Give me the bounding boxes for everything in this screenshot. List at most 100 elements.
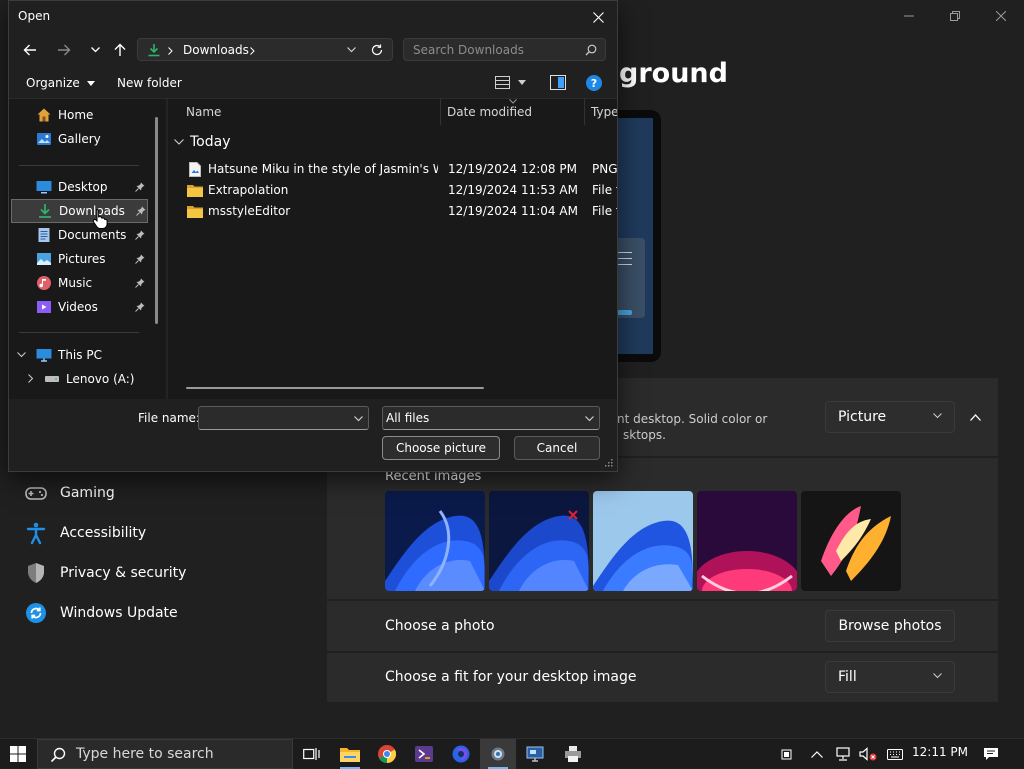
column-name[interactable]: Name xyxy=(186,105,221,119)
tree-item-desktop[interactable]: Desktop xyxy=(11,175,148,199)
browse-photos-button[interactable]: Browse photos xyxy=(825,610,955,642)
horizontal-scrollbar[interactable] xyxy=(186,387,484,389)
keyboard-button[interactable] xyxy=(882,739,908,769)
recent-locations-button[interactable] xyxy=(87,42,103,58)
column-date-modified[interactable]: Date modified xyxy=(447,105,532,119)
nav-item-accessibility[interactable]: Accessibility xyxy=(0,513,320,553)
file-list: Name Date modified Type Today Hatsune Mi… xyxy=(168,99,617,399)
chrome-button[interactable] xyxy=(369,739,405,769)
dialog-title: Open xyxy=(18,9,51,23)
file-row[interactable]: Extrapolation 12/19/2024 11:53 AM File fo xyxy=(168,180,617,201)
choose-picture-button[interactable]: Choose picture xyxy=(382,436,500,460)
restore-button[interactable] xyxy=(932,0,978,32)
back-button[interactable] xyxy=(21,42,39,58)
tree-item-home[interactable]: Home xyxy=(11,103,148,127)
tree-item-this-pc[interactable]: This PC xyxy=(11,343,148,367)
close-icon xyxy=(592,11,604,23)
file-type-select[interactable]: All files xyxy=(382,406,600,430)
tree-item-downloads[interactable]: Downloads xyxy=(11,199,148,223)
show-hidden-icons-button[interactable] xyxy=(804,739,830,769)
tree-item-videos[interactable]: Videos xyxy=(11,295,148,319)
tree-divider xyxy=(19,165,139,166)
view-options-button[interactable] xyxy=(495,76,526,89)
chevron-down-icon xyxy=(933,673,942,679)
recent-image-3[interactable] xyxy=(593,491,693,591)
recent-image-2[interactable] xyxy=(489,491,589,591)
tree-item-music[interactable]: Music xyxy=(11,271,148,295)
page-title: ground xyxy=(619,58,728,89)
update-icon xyxy=(26,603,46,623)
preview-pane-button[interactable] xyxy=(550,75,566,90)
breadcrumb-downloads[interactable]: Downloads xyxy=(183,43,249,57)
pin-icon xyxy=(135,302,145,312)
music-icon xyxy=(37,276,51,290)
cancel-button[interactable]: Cancel xyxy=(514,436,600,460)
settings-button[interactable] xyxy=(480,739,516,769)
refresh-button[interactable] xyxy=(370,43,384,57)
fit-dropdown[interactable]: Fill xyxy=(825,661,955,693)
search-icon xyxy=(585,44,597,56)
address-history-button[interactable] xyxy=(344,44,358,56)
file-explorer-button[interactable] xyxy=(332,739,368,769)
this-pc-icon xyxy=(36,349,52,362)
help-icon: ? xyxy=(590,76,598,90)
remote-desktop-button[interactable] xyxy=(517,739,553,769)
nav-label: Accessibility xyxy=(60,525,147,541)
task-view-icon xyxy=(303,748,320,760)
background-type-dropdown[interactable]: Picture xyxy=(825,401,955,433)
up-button[interactable] xyxy=(111,41,129,59)
documents-icon xyxy=(38,228,50,242)
tree-item-gallery[interactable]: Gallery xyxy=(11,127,148,151)
collapse-button[interactable] xyxy=(965,407,985,427)
tree-item-label: Home xyxy=(58,108,94,122)
pin-icon xyxy=(135,182,145,192)
background-description: nt desktop. Solid color or sktops. xyxy=(617,412,768,442)
firefox-button[interactable] xyxy=(443,739,479,769)
recent-image-4[interactable] xyxy=(697,491,797,591)
task-view-button[interactable] xyxy=(294,739,330,769)
tree-item-lenovo-a[interactable]: Lenovo (A:) xyxy=(11,367,148,391)
tree-item-label: This PC xyxy=(58,348,102,362)
volume-button[interactable] xyxy=(855,739,881,769)
dialog-close-button[interactable] xyxy=(579,1,617,33)
desktop-icon xyxy=(36,181,52,194)
resize-grip-icon[interactable] xyxy=(605,459,613,467)
minimize-button[interactable] xyxy=(886,0,932,32)
file-row[interactable]: Hatsune Miku in the style of Jasmin's Wo… xyxy=(168,159,617,180)
file-name: Extrapolation xyxy=(208,183,289,197)
address-bar[interactable]: Downloads xyxy=(137,38,393,61)
file-row[interactable]: msstyleEditor 12/19/2024 11:04 AM File fo xyxy=(168,201,617,222)
file-date: 12/19/2024 11:04 AM xyxy=(448,204,578,218)
close-icon xyxy=(996,11,1006,21)
recent-image-1[interactable] xyxy=(385,491,485,591)
filename-input[interactable] xyxy=(198,406,369,430)
wallpaper-bloom-image xyxy=(593,491,693,591)
organize-button[interactable]: Organize xyxy=(26,76,95,90)
tree-scrollbar[interactable] xyxy=(155,117,158,324)
help-button[interactable]: ? xyxy=(586,75,602,91)
tree-item-pictures[interactable]: Pictures xyxy=(11,247,148,271)
search-box[interactable]: Search Downloads xyxy=(403,38,606,61)
close-button[interactable] xyxy=(978,0,1024,32)
network-button[interactable] xyxy=(830,739,856,769)
recent-image-5[interactable] xyxy=(801,491,901,591)
start-button[interactable] xyxy=(0,739,36,769)
home-icon xyxy=(37,108,51,122)
taskbar-search-box[interactable]: Type here to search xyxy=(37,739,293,769)
nav-item-gaming[interactable]: Gaming xyxy=(0,473,320,513)
printer-app-button[interactable] xyxy=(555,739,591,769)
nav-item-privacy[interactable]: Privacy & security xyxy=(0,553,320,593)
notifications-button[interactable] xyxy=(976,739,1006,769)
terminal-app-button[interactable] xyxy=(406,739,442,769)
nav-item-windows-update[interactable]: Windows Update xyxy=(0,593,320,633)
tree-item-documents[interactable]: Documents xyxy=(11,223,148,247)
search-icon xyxy=(50,747,66,763)
new-folder-button[interactable]: New folder xyxy=(117,76,182,90)
taskbar-clock[interactable]: 12:11 PM xyxy=(912,745,968,759)
forward-button[interactable] xyxy=(55,42,73,58)
hand-cursor-icon xyxy=(92,208,108,229)
group-header-today[interactable]: Today xyxy=(174,134,231,150)
usb-tray-button[interactable] xyxy=(772,739,802,769)
file-name: Hatsune Miku in the style of Jasmin's Wo… xyxy=(208,162,438,176)
column-type[interactable]: Type xyxy=(591,105,617,119)
